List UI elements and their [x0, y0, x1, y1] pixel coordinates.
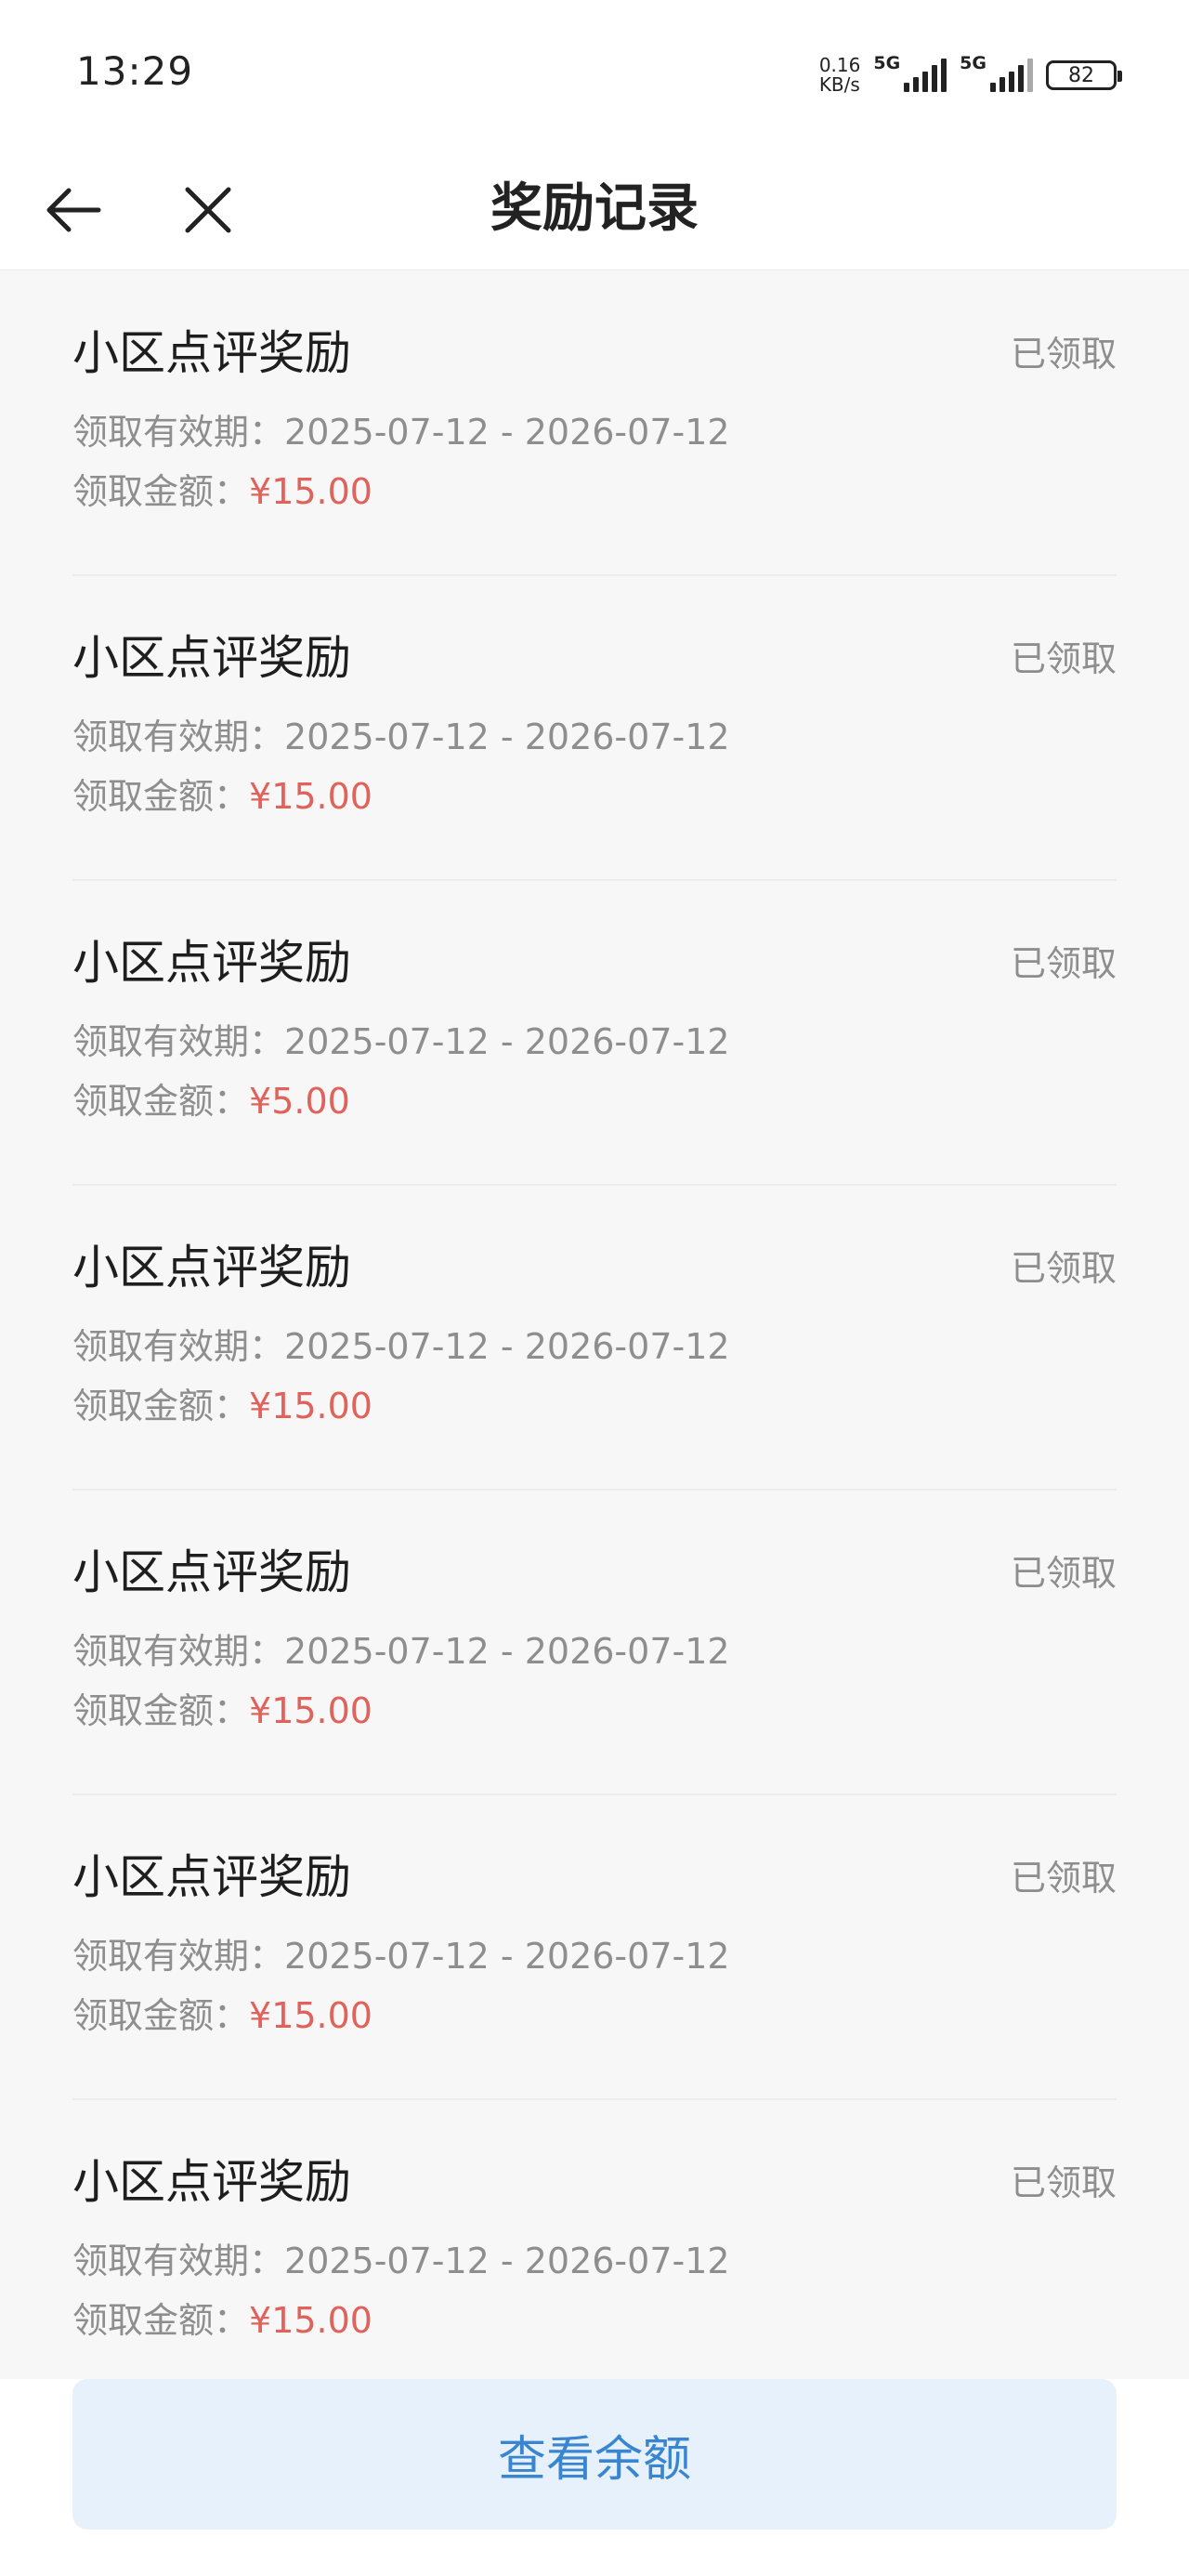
status-badge: 已领取	[1010, 1858, 1117, 1899]
validity-label: 领取有效期：	[72, 2241, 285, 2281]
status-time: 13:29	[76, 48, 194, 94]
validity-value: 2025-07-12 - 2026-07-12	[284, 1021, 730, 1062]
validity-value: 2025-07-12 - 2026-07-12	[284, 716, 730, 757]
status-badge: 已领取	[1010, 943, 1117, 984]
battery-icon: 82	[1046, 60, 1122, 90]
amount-label: 领取金额：	[72, 1386, 250, 1426]
status-badge: 已领取	[1010, 638, 1117, 679]
validity-label: 领取有效期：	[72, 1021, 285, 1062]
network-speed: 0.16 KB/s	[819, 56, 861, 95]
record-amount: 领取金额：¥15.00	[72, 1688, 372, 1734]
record-amount: 领取金额：¥15.00	[72, 2297, 372, 2344]
status-badge: 已领取	[1010, 334, 1117, 375]
validity-label: 领取有效期：	[72, 412, 285, 453]
record-title: 小区点评奖励	[72, 631, 351, 685]
battery-level: 82	[1068, 63, 1094, 87]
record-validity: 领取有效期：2025-07-12 - 2026-07-12	[72, 2238, 730, 2284]
validity-value: 2025-07-12 - 2026-07-12	[284, 2241, 730, 2281]
amount-label: 领取金额：	[72, 1081, 250, 1122]
record-title: 小区点评奖励	[72, 936, 351, 990]
list-item[interactable]: 小区点评奖励 已领取 领取有效期：2025-07-12 - 2026-07-12…	[72, 2100, 1117, 2405]
record-amount: 领取金额：¥15.00	[72, 773, 372, 820]
validity-label: 领取有效期：	[72, 1326, 285, 1367]
list-item[interactable]: 小区点评奖励 已领取 领取有效期：2025-07-12 - 2026-07-12…	[72, 576, 1117, 881]
record-title: 小区点评奖励	[72, 2155, 351, 2209]
amount-label: 领取金额：	[72, 471, 250, 512]
amount-value: ¥15.00	[249, 2300, 372, 2341]
validity-label: 领取有效期：	[72, 1631, 285, 1672]
amount-value: ¥15.00	[249, 776, 372, 817]
list-item[interactable]: 小区点评奖励 已领取 领取有效期：2025-07-12 - 2026-07-12…	[72, 1795, 1117, 2100]
status-badge: 已领取	[1010, 2162, 1117, 2203]
validity-value: 2025-07-12 - 2026-07-12	[284, 1326, 730, 1367]
amount-label: 领取金额：	[72, 776, 250, 817]
record-title: 小区点评奖励	[72, 1545, 351, 1599]
status-badge: 已领取	[1010, 1553, 1117, 1594]
network-speed-value: 0.16	[818, 54, 861, 76]
amount-value: ¥5.00	[249, 1081, 350, 1122]
record-amount: 领取金额：¥5.00	[72, 1078, 350, 1124]
record-amount: 领取金额：¥15.00	[72, 1992, 372, 2039]
amount-label: 领取金额：	[72, 1995, 250, 2036]
validity-value: 2025-07-12 - 2026-07-12	[284, 1631, 730, 1672]
record-validity: 领取有效期：2025-07-12 - 2026-07-12	[72, 409, 730, 455]
amount-value: ¥15.00	[249, 471, 372, 512]
arrow-left-icon[interactable]	[41, 177, 108, 243]
record-validity: 领取有效期：2025-07-12 - 2026-07-12	[72, 1323, 730, 1370]
close-icon[interactable]	[175, 177, 242, 243]
sim1-signal: 5G	[873, 53, 947, 92]
record-title: 小区点评奖励	[72, 1241, 351, 1295]
status-bar: 13:29 0.16 KB/s 5G 5G 82	[0, 0, 1189, 149]
validity-label: 领取有效期：	[72, 1936, 285, 1977]
navigation-bar: 奖励记录	[0, 149, 1189, 270]
amount-value: ¥15.00	[249, 1690, 372, 1731]
view-balance-button[interactable]: 查看余额	[72, 2379, 1117, 2530]
sim1-network-label: 5G	[873, 53, 901, 73]
amount-label: 领取金额：	[72, 1690, 250, 1731]
list-item[interactable]: 小区点评奖励 已领取 领取有效期：2025-07-12 - 2026-07-12…	[72, 881, 1117, 1186]
reward-record-list: 小区点评奖励 已领取 领取有效期：2025-07-12 - 2026-07-12…	[72, 271, 1117, 2405]
network-speed-unit: KB/s	[818, 73, 860, 96]
record-amount: 领取金额：¥15.00	[72, 468, 372, 515]
signal-bars-icon	[904, 59, 947, 92]
record-title: 小区点评奖励	[72, 1850, 351, 1904]
bottom-action-bar: 查看余额	[0, 2379, 1189, 2576]
validity-label: 领取有效期：	[72, 716, 285, 757]
amount-value: ¥15.00	[249, 1386, 372, 1426]
sim2-network-label: 5G	[960, 53, 986, 73]
validity-value: 2025-07-12 - 2026-07-12	[284, 1936, 730, 1977]
status-badge: 已领取	[1010, 1248, 1117, 1289]
status-indicators: 0.16 KB/s 5G 5G 82	[819, 52, 1122, 99]
list-item[interactable]: 小区点评奖励 已领取 领取有效期：2025-07-12 - 2026-07-12…	[72, 271, 1117, 576]
record-validity: 领取有效期：2025-07-12 - 2026-07-12	[72, 1933, 730, 1979]
record-validity: 领取有效期：2025-07-12 - 2026-07-12	[72, 714, 730, 760]
reward-records-screen: 13:29 0.16 KB/s 5G 5G 82 奖励记录 小区点评奖励 已领取…	[0, 0, 1189, 2576]
validity-value: 2025-07-12 - 2026-07-12	[284, 412, 730, 453]
amount-value: ¥15.00	[249, 1995, 372, 2036]
signal-bars-icon	[990, 59, 1033, 92]
list-item[interactable]: 小区点评奖励 已领取 领取有效期：2025-07-12 - 2026-07-12…	[72, 1186, 1117, 1491]
record-validity: 领取有效期：2025-07-12 - 2026-07-12	[72, 1628, 730, 1675]
record-validity: 领取有效期：2025-07-12 - 2026-07-12	[72, 1019, 730, 1065]
record-title: 小区点评奖励	[72, 326, 351, 380]
amount-label: 领取金额：	[72, 2300, 250, 2341]
record-amount: 领取金额：¥15.00	[72, 1383, 372, 1429]
sim2-signal: 5G	[960, 53, 1033, 92]
list-item[interactable]: 小区点评奖励 已领取 领取有效期：2025-07-12 - 2026-07-12…	[72, 1491, 1117, 1795]
